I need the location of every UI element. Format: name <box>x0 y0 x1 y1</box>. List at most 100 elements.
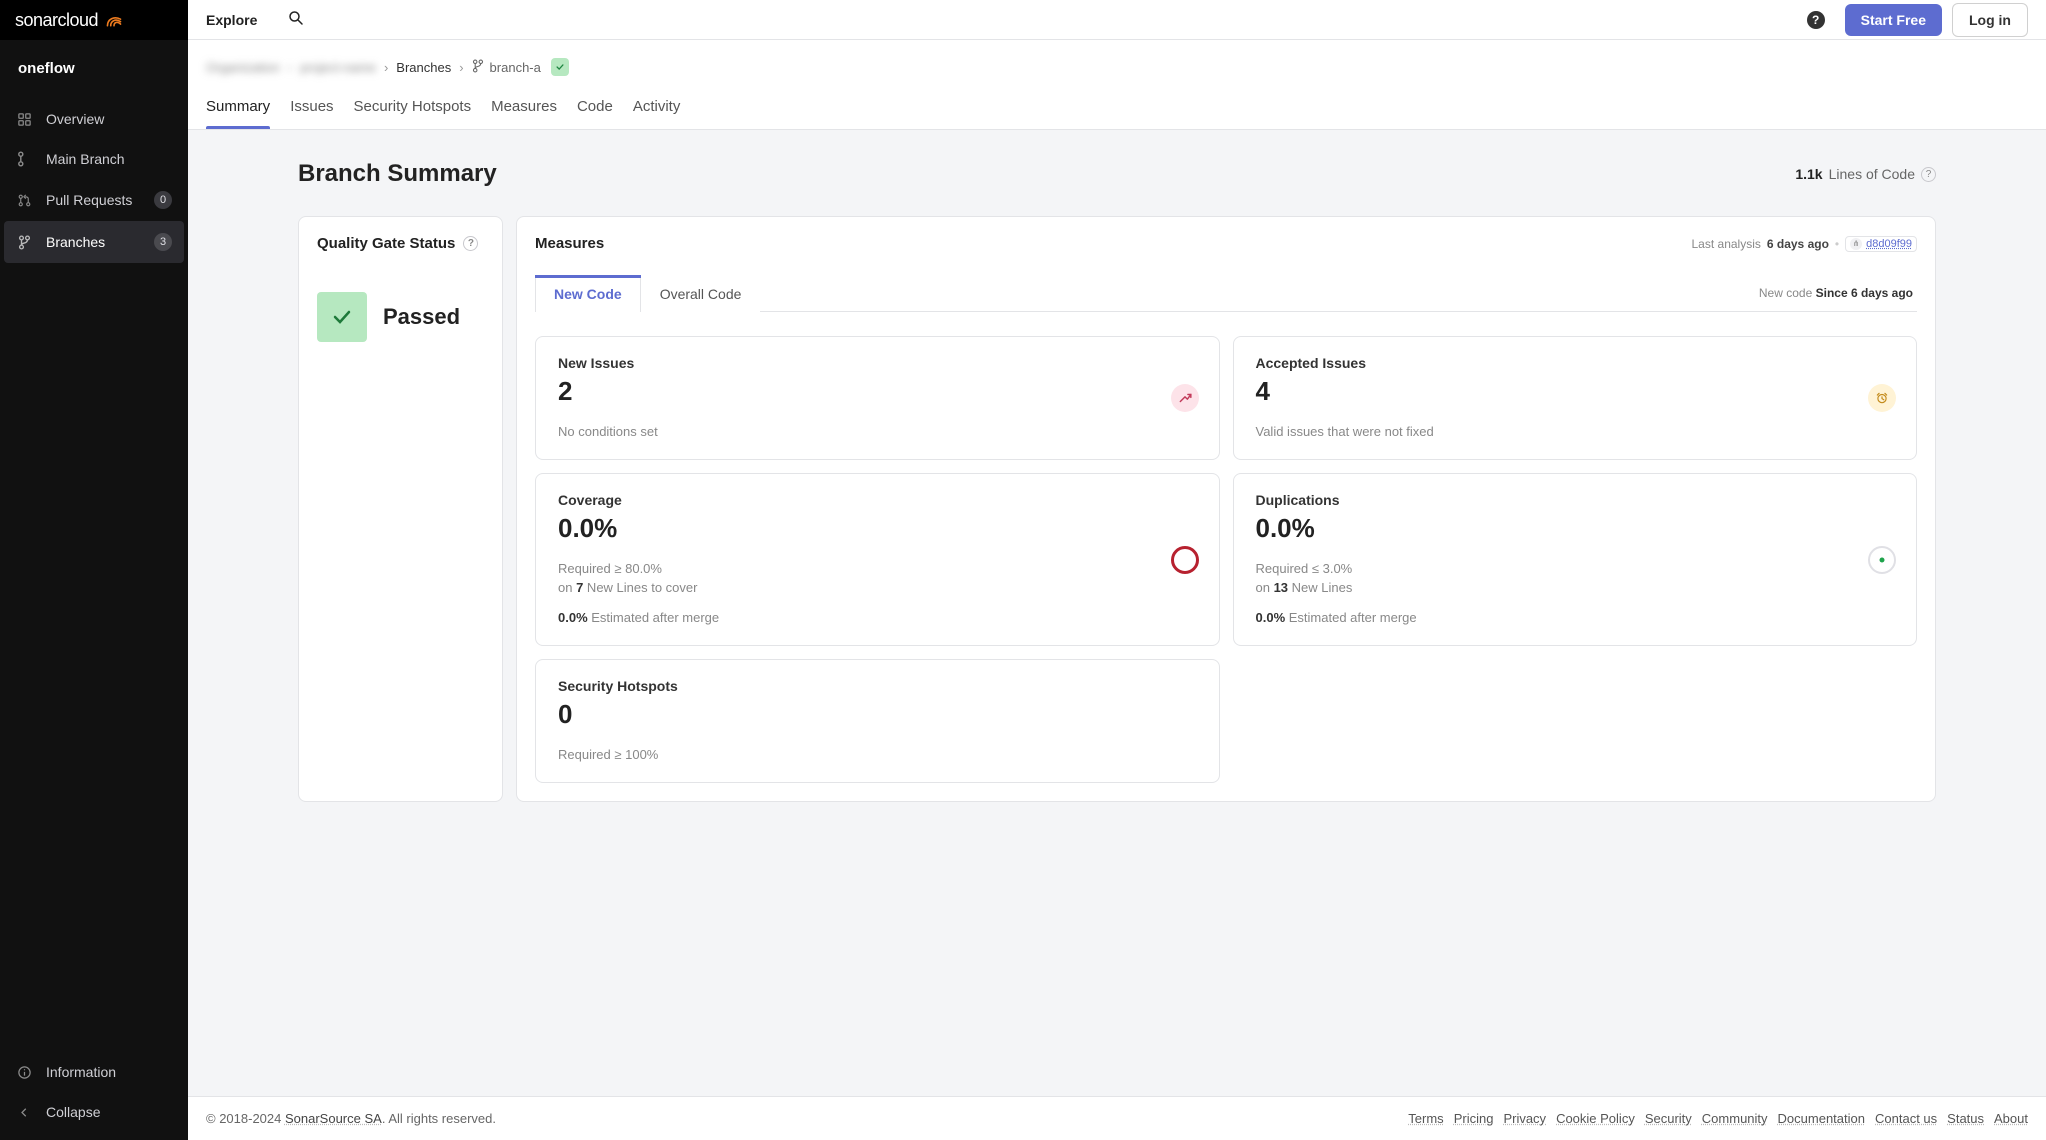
tab-measures[interactable]: Measures <box>491 88 557 129</box>
subtab-overall-code[interactable]: Overall Code <box>641 275 761 312</box>
search-icon[interactable] <box>287 9 305 30</box>
help-icon[interactable]: ? <box>463 236 478 251</box>
new-code-since-value: Since 6 days ago <box>1816 286 1913 300</box>
qg-title: Quality Gate Status <box>317 235 455 252</box>
footer-copyright-pre: © 2018-2024 <box>206 1111 285 1126</box>
page-title: Branch Summary <box>298 160 497 188</box>
card-value: 0.0% <box>558 514 1197 543</box>
loc-value: 1.1k <box>1795 166 1822 182</box>
info-icon <box>16 1064 32 1080</box>
sidebar-item-label: Overview <box>46 111 104 127</box>
nav-list: Overview Main Branch Pull Requests 0 Branche… <box>0 99 188 263</box>
sidebar-item-label: Main Branch <box>46 151 125 167</box>
coverage-required: Required ≥ 80.0% <box>558 559 1197 579</box>
breadcrumb-branch-name[interactable]: branch-a <box>490 60 541 75</box>
login-button[interactable]: Log in <box>1952 3 2028 37</box>
sidebar-item-label: Information <box>46 1064 116 1080</box>
explore-link[interactable]: Explore <box>206 12 257 28</box>
footer-link-cookie-policy[interactable]: Cookie Policy <box>1556 1111 1635 1126</box>
tabs: Summary Issues Security Hotspots Measures Co… <box>188 88 2046 129</box>
sidebar-item-pull-requests[interactable]: Pull Requests 0 <box>0 179 188 221</box>
breadcrumb-branches[interactable]: Branches <box>396 60 451 75</box>
branch-icon <box>472 59 484 76</box>
footer: © 2018-2024 SonarSource SA. All rights r… <box>188 1096 2046 1140</box>
loc-label: Lines of Code <box>1829 166 1915 182</box>
quality-gate-panel: Quality Gate Status ? Passed <box>298 216 503 802</box>
sidebar-item-branches[interactable]: Branches3 <box>4 221 184 263</box>
hotspots-required: Required ≥ 100% <box>558 745 1197 765</box>
help-icon[interactable]: ? <box>1807 11 1825 29</box>
last-analysis-time: 6 days ago <box>1767 237 1829 251</box>
breadcrumb-project[interactable]: project-name <box>300 60 376 75</box>
sidebar-item-label: Pull Requests <box>46 192 132 208</box>
footer-link-status[interactable]: Status <box>1947 1111 1984 1126</box>
subtab-new-code[interactable]: New Code <box>535 275 641 312</box>
tab-summary[interactable]: Summary <box>206 88 270 129</box>
card-value: 0.0% <box>1256 514 1895 543</box>
footer-link-about[interactable]: About <box>1994 1111 2028 1126</box>
sidebar-item-label: Branches <box>46 234 105 250</box>
badge: 0 <box>154 191 172 209</box>
commit-icon: ⋔ <box>1850 238 1862 250</box>
qg-passed-icon <box>551 58 569 76</box>
card-new-issues[interactable]: New Issues 2 No conditions set <box>535 336 1220 460</box>
commit-hash[interactable]: d8d09f99 <box>1866 238 1912 250</box>
card-title: Accepted Issues <box>1256 355 1895 371</box>
footer-link-documentation[interactable]: Documentation <box>1778 1111 1865 1126</box>
card-title: Duplications <box>1256 492 1895 508</box>
topbar-right: Explore ? Start Free Log in <box>188 0 2046 40</box>
org-title[interactable]: oneflow <box>0 40 188 99</box>
card-sub: No conditions set <box>558 422 1197 442</box>
branch-icon <box>16 151 32 167</box>
breadcrumb-org[interactable]: Organization <box>206 60 280 75</box>
footer-company[interactable]: SonarSource SA <box>285 1111 382 1126</box>
dup-ring-icon <box>1868 546 1896 574</box>
card-title: Security Hotspots <box>558 678 1197 694</box>
footer-copyright-post: . All rights reserved. <box>382 1111 496 1126</box>
logo-text: sonarcloud <box>15 10 98 31</box>
dup-required: Required ≤ 3.0% <box>1256 559 1895 579</box>
commit-pill[interactable]: ⋔ d8d09f99 <box>1845 236 1917 252</box>
issues-icon <box>1171 384 1199 412</box>
card-duplications[interactable]: Duplications 0.0% Required ≤ 3.0% on 13 … <box>1233 473 1918 646</box>
card-coverage[interactable]: Coverage 0.0% Required ≥ 80.0% on 7 New … <box>535 473 1220 646</box>
tab-issues[interactable]: Issues <box>290 88 333 129</box>
sidebar-item-overview[interactable]: Overview <box>0 99 188 139</box>
footer-link-pricing[interactable]: Pricing <box>1454 1111 1494 1126</box>
footer-link-contact-us[interactable]: Contact us <box>1875 1111 1937 1126</box>
header-section: Organization › project-name › Branches ›… <box>188 40 2046 130</box>
card-title: Coverage <box>558 492 1197 508</box>
card-accepted-issues[interactable]: Accepted Issues 4 Valid issues that were… <box>1233 336 1918 460</box>
card-value: 2 <box>558 377 1197 406</box>
coverage-ring-icon <box>1171 546 1199 574</box>
sidebar-collapse[interactable]: Collapse <box>0 1092 188 1132</box>
footer-link-community[interactable]: Community <box>1702 1111 1768 1126</box>
card-security-hotspots[interactable]: Security Hotspots 0 Required ≥ 100% <box>535 659 1220 783</box>
sidebar-item-main-branch[interactable]: Main Branch <box>0 139 188 179</box>
grid-icon <box>16 111 32 127</box>
footer-link-privacy[interactable]: Privacy <box>1503 1111 1546 1126</box>
tab-security-hotspots[interactable]: Security Hotspots <box>354 88 472 129</box>
qg-status-label: Passed <box>383 304 460 330</box>
help-icon[interactable]: ? <box>1921 167 1936 182</box>
measures-title: Measures <box>535 235 604 252</box>
collapse-icon <box>16 1104 32 1120</box>
measures-panel: Measures Last analysis 6 days ago • ⋔ d8… <box>516 216 1936 802</box>
card-title: New Issues <box>558 355 1197 371</box>
topbar: sonarcloud Explore ? Start Free Log in <box>0 0 2046 40</box>
logo[interactable]: sonarcloud <box>0 10 188 31</box>
card-sub: Valid issues that were not fixed <box>1256 422 1895 442</box>
last-analysis-label: Last analysis <box>1692 237 1761 251</box>
sidebar-item-label: Collapse <box>46 1104 100 1120</box>
branches-icon <box>16 234 32 250</box>
footer-link-terms[interactable]: Terms <box>1408 1111 1443 1126</box>
new-code-since-label: New code <box>1759 286 1812 300</box>
tab-activity[interactable]: Activity <box>633 88 681 129</box>
logo-icon <box>104 11 124 29</box>
footer-link-security[interactable]: Security <box>1645 1111 1692 1126</box>
breadcrumb: Organization › project-name › Branches ›… <box>188 40 2046 88</box>
start-free-button[interactable]: Start Free <box>1845 4 1942 36</box>
card-value: 0 <box>558 700 1197 729</box>
tab-code[interactable]: Code <box>577 88 613 129</box>
sidebar-information[interactable]: Information <box>0 1052 188 1092</box>
